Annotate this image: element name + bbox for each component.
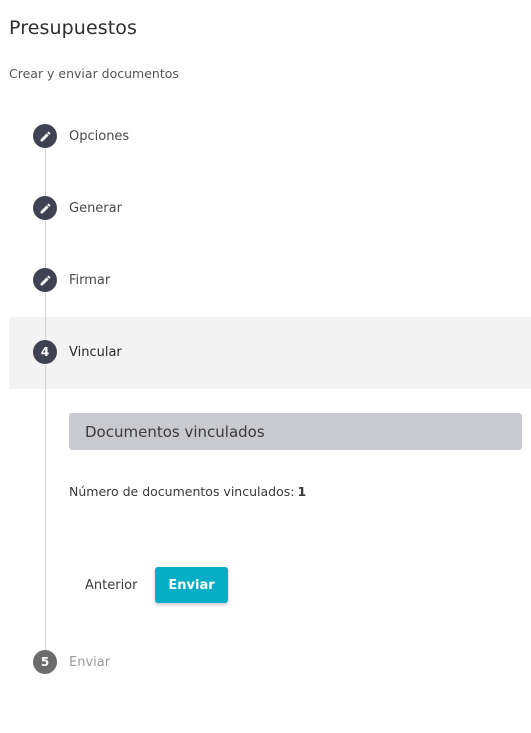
step-label: Opciones <box>69 128 130 144</box>
send-button[interactable]: Enviar <box>155 567 228 603</box>
step-label: Enviar <box>69 654 111 670</box>
step-label: Firmar <box>69 272 111 288</box>
linked-documents-count: Número de documentos vinculados: 1 <box>69 484 306 499</box>
step-opciones[interactable]: Opciones <box>33 124 129 148</box>
step-number: 5 <box>33 650 57 674</box>
back-button[interactable]: Anterior <box>76 567 146 603</box>
pencil-icon <box>33 268 57 292</box>
step-connector <box>45 293 46 340</box>
linked-count-value: 1 <box>297 484 307 499</box>
step-label: Vincular <box>69 344 122 360</box>
pencil-icon <box>33 196 57 220</box>
pencil-icon <box>33 124 57 148</box>
linked-count-label: Número de documentos vinculados: <box>69 484 295 499</box>
step-number: 4 <box>33 340 57 364</box>
step-firmar[interactable]: Firmar <box>33 268 110 292</box>
step-generar[interactable]: Generar <box>33 196 122 220</box>
step-enviar[interactable]: 5 Enviar <box>33 650 110 674</box>
linked-documents-header: Documentos vinculados <box>69 413 522 450</box>
vertical-stepper: Opciones Generar Firmar 4 Vincular 5 Env… <box>0 0 531 733</box>
step-vincular[interactable]: 4 Vincular <box>33 340 122 364</box>
step-connector <box>45 365 46 650</box>
step-label: Generar <box>69 200 122 216</box>
step-connector <box>45 149 46 196</box>
step-connector <box>45 221 46 268</box>
